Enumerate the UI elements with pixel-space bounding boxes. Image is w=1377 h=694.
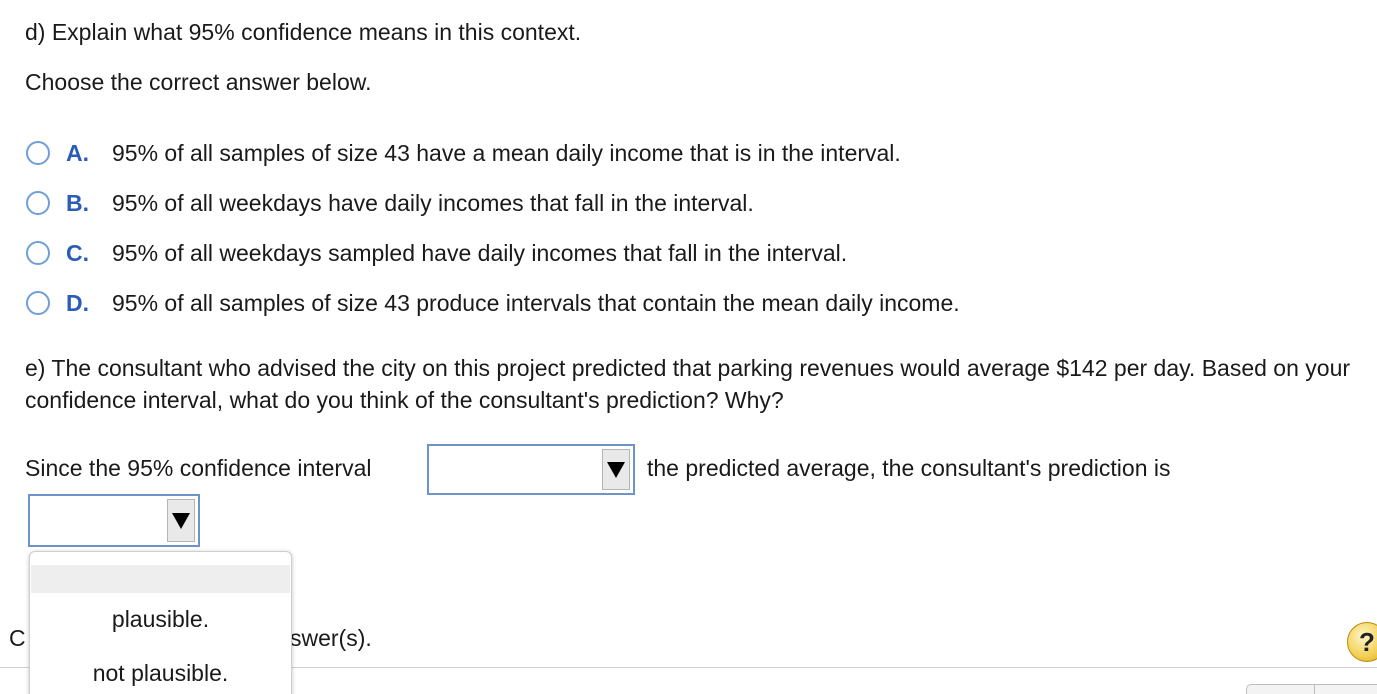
interval-comparison-dropdown[interactable] bbox=[427, 444, 635, 495]
part-d-question: d) Explain what 95% confidence means in … bbox=[25, 19, 582, 45]
menu-option-plausible[interactable]: plausible. bbox=[30, 606, 291, 633]
choice-b[interactable]: B. 95% of all weekdays have daily income… bbox=[26, 188, 754, 218]
menu-option-not-plausible[interactable]: not plausible. bbox=[30, 660, 291, 687]
radio-b[interactable] bbox=[26, 191, 50, 215]
choice-b-letter: B. bbox=[66, 189, 89, 216]
choice-c-text: 95% of all weekdays sampled have daily i… bbox=[112, 239, 848, 266]
part-e-question: e) The consultant who advised the city o… bbox=[25, 355, 1351, 413]
radio-d[interactable] bbox=[26, 291, 50, 315]
sentence-start: Since the 95% confidence interval bbox=[25, 455, 372, 481]
choice-b-text: 95% of all weekdays have daily incomes t… bbox=[112, 189, 754, 216]
dropdown-1-arrow-button[interactable] bbox=[602, 449, 630, 490]
prediction-dropdown[interactable] bbox=[28, 494, 200, 547]
question-page: d) Explain what 95% confidence means in … bbox=[0, 0, 1377, 694]
choice-a-letter: A. bbox=[66, 139, 89, 166]
radio-c[interactable] bbox=[26, 241, 50, 265]
partial-answer-text: swer(s). bbox=[290, 625, 372, 651]
choice-d-letter: D. bbox=[66, 289, 89, 316]
help-button[interactable]: ? bbox=[1347, 622, 1377, 662]
sentence-middle: the predicted average, the consultant's … bbox=[647, 455, 1171, 481]
choice-c-letter: C. bbox=[66, 239, 89, 266]
dropdown-2-arrow-button[interactable] bbox=[167, 499, 195, 542]
prediction-dropdown-menu: plausible. not plausible. bbox=[29, 551, 292, 694]
question-mark-icon: ? bbox=[1359, 626, 1375, 657]
choice-d[interactable]: D. 95% of all samples of size 43 produce… bbox=[26, 288, 960, 318]
choice-a[interactable]: A. 95% of all samples of size 43 have a … bbox=[26, 138, 901, 168]
bottom-toolbar-divider bbox=[1314, 684, 1315, 694]
triangle-down-icon bbox=[172, 512, 190, 529]
triangle-down-icon bbox=[607, 461, 625, 478]
menu-blank-option[interactable] bbox=[31, 565, 290, 593]
radio-a[interactable] bbox=[26, 141, 50, 165]
partial-text-left: C bbox=[9, 625, 26, 651]
bottom-toolbar-tab[interactable] bbox=[1246, 684, 1377, 694]
part-d-instruction: Choose the correct answer below. bbox=[25, 69, 372, 95]
choice-a-text: 95% of all samples of size 43 have a mea… bbox=[112, 139, 901, 166]
choice-c[interactable]: C. 95% of all weekdays sampled have dail… bbox=[26, 238, 847, 268]
choice-d-text: 95% of all samples of size 43 produce in… bbox=[112, 289, 960, 316]
